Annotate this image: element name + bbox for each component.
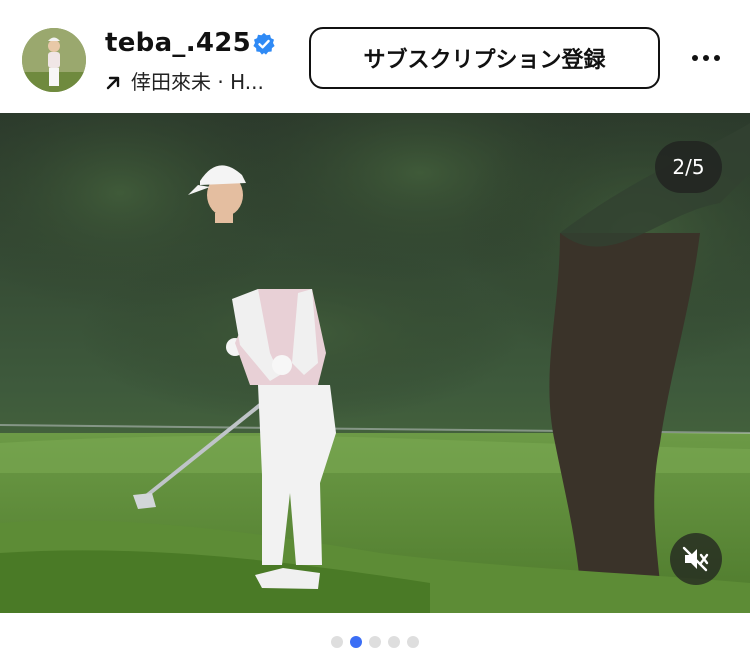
mute-button[interactable] [670,533,722,585]
audio-subline-text: 倖田來未 · H... [131,70,264,94]
carousel-dot[interactable] [331,636,343,648]
golfer-photo [0,113,750,613]
avatar[interactable] [22,28,86,92]
post-header: teba_.425 倖田來未 · H... サブスクリプション登録 [0,0,750,113]
more-icon[interactable] [690,46,722,70]
username[interactable]: teba_.425 [105,28,251,58]
carousel-counter: 2/5 [655,141,722,193]
carousel-dot[interactable] [407,636,419,648]
subscribe-button[interactable]: サブスクリプション登録 [309,27,660,89]
mute-icon [682,546,709,572]
carousel-dot[interactable] [388,636,400,648]
carousel-indicator [0,636,750,650]
audio-subline[interactable]: 倖田來未 · H... [105,66,264,95]
arrow-up-right-icon [106,76,120,90]
carousel-dot[interactable] [369,636,381,648]
carousel-dot-active[interactable] [350,636,362,648]
verified-badge-icon [253,33,275,55]
post-image[interactable] [0,113,750,613]
